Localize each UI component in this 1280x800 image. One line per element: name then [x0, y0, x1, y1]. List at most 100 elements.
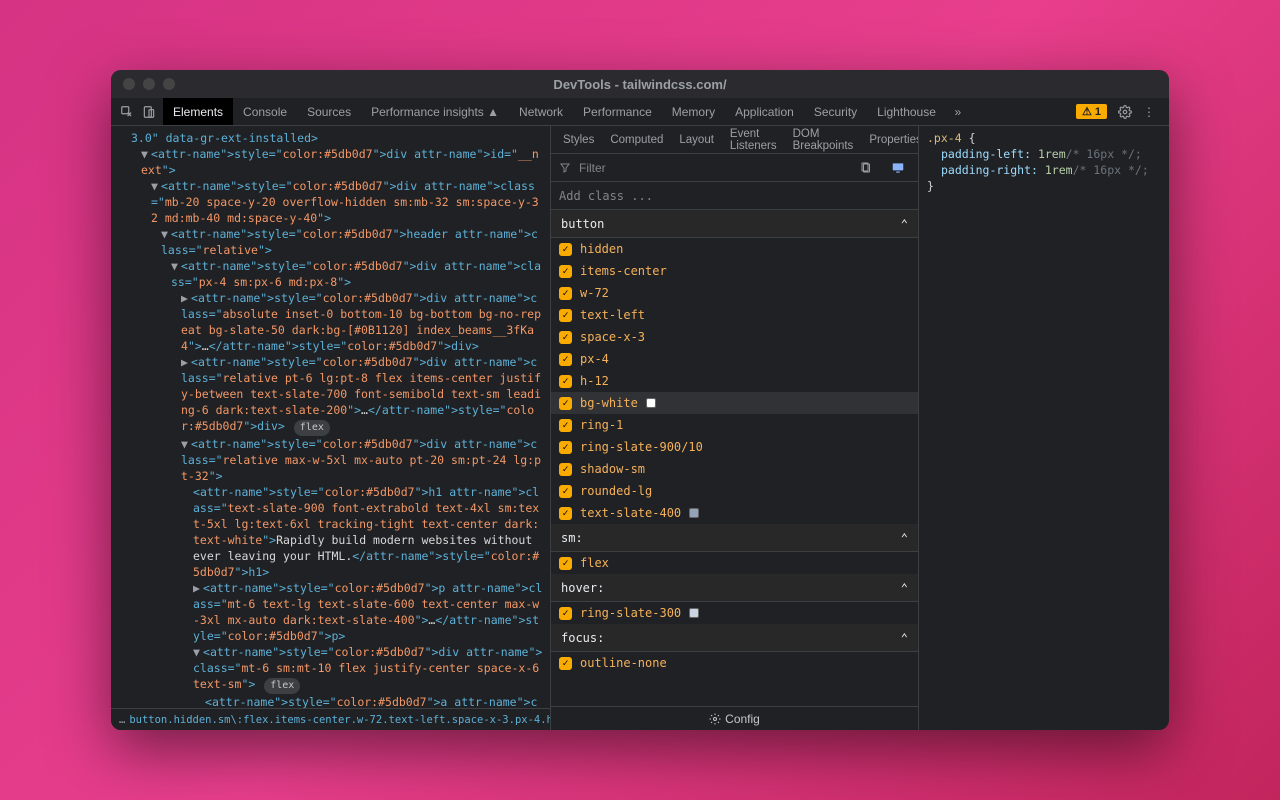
window-title: DevTools - tailwindcss.com/ [553, 77, 726, 92]
checkbox-icon[interactable]: ✓ [559, 441, 572, 454]
class-list[interactable]: button⌃✓hidden✓items-center✓w-72✓text-le… [551, 210, 918, 706]
dom-tree[interactable]: 3.0" data-gr-ext-installed>▼<attr-name">… [111, 126, 550, 708]
sub-tab-event-listeners[interactable]: Event Listeners [722, 126, 785, 153]
breadcrumb[interactable]: … button.hidden.sm\:flex.items-center.w-… [111, 708, 550, 730]
chevron-up-icon: ⌃ [901, 581, 908, 595]
dom-node[interactable]: ▶<attr-name">style="color:#5db0d7">div a… [117, 290, 544, 354]
class-group-header[interactable]: sm:⌃ [551, 524, 918, 552]
color-swatch [689, 508, 699, 518]
settings-icon[interactable] [1115, 102, 1135, 122]
filter-icon [559, 162, 571, 174]
class-item[interactable]: ✓text-slate-400 [551, 502, 918, 524]
class-item[interactable]: ✓h-12 [551, 370, 918, 392]
main-tab-performance-insights-[interactable]: Performance insights ▲ [361, 98, 509, 125]
chevron-up-icon: ⌃ [901, 217, 908, 231]
device-toggle-icon[interactable] [141, 104, 157, 120]
css-panel: .px-4 { padding-left: 1rem/* 16px */;pad… [919, 126, 1169, 730]
css-declaration[interactable]: padding-left: 1rem/* 16px */; [941, 146, 1161, 162]
sub-tab-bar: StylesComputedLayoutEvent ListenersDOM B… [551, 126, 918, 154]
color-swatch [689, 608, 699, 618]
checkbox-icon[interactable]: ✓ [559, 397, 572, 410]
device-preview-icon[interactable] [888, 158, 908, 178]
dom-node[interactable]: ▼<attr-name">style="color:#5db0d7">div a… [117, 178, 544, 226]
close-window-button[interactable] [123, 78, 135, 90]
main-tab-lighthouse[interactable]: Lighthouse [867, 98, 946, 125]
class-item[interactable]: ✓rounded-lg [551, 480, 918, 502]
dom-node[interactable]: ▼<attr-name">style="color:#5db0d7">div a… [117, 146, 544, 178]
main-tab-security[interactable]: Security [804, 98, 867, 125]
titlebar: DevTools - tailwindcss.com/ [111, 70, 1169, 98]
elements-panel: 3.0" data-gr-ext-installed>▼<attr-name">… [111, 126, 551, 730]
warning-badge[interactable]: ⚠ 1 [1076, 104, 1107, 119]
checkbox-icon[interactable]: ✓ [559, 331, 572, 344]
maximize-window-button[interactable] [163, 78, 175, 90]
minimize-window-button[interactable] [143, 78, 155, 90]
sub-tab-styles[interactable]: Styles [555, 126, 602, 153]
devtools-window: DevTools - tailwindcss.com/ ElementsCons… [111, 70, 1169, 730]
class-item[interactable]: ✓px-4 [551, 348, 918, 370]
class-item[interactable]: ✓ring-1 [551, 414, 918, 436]
inspect-element-icon[interactable] [119, 104, 135, 120]
dom-node[interactable]: 3.0" data-gr-ext-installed> [117, 130, 544, 146]
class-group-header[interactable]: hover:⌃ [551, 574, 918, 602]
checkbox-icon[interactable]: ✓ [559, 557, 572, 570]
css-rules[interactable]: .px-4 { padding-left: 1rem/* 16px */;pad… [919, 126, 1169, 730]
class-item[interactable]: ✓hidden [551, 238, 918, 260]
sub-tab-layout[interactable]: Layout [671, 126, 722, 153]
dom-node[interactable]: ▼<attr-name">style="color:#5db0d7">div a… [117, 258, 544, 290]
checkbox-icon[interactable]: ✓ [559, 507, 572, 520]
class-item[interactable]: ✓text-left [551, 304, 918, 326]
main-tab-bar: ElementsConsoleSourcesPerformance insigh… [111, 98, 1169, 126]
main-tab-memory[interactable]: Memory [662, 98, 725, 125]
dom-node[interactable]: ▶<attr-name">style="color:#5db0d7">div a… [117, 354, 544, 436]
css-declaration[interactable]: padding-right: 1rem/* 16px */; [941, 162, 1161, 178]
main-tab-sources[interactable]: Sources [297, 98, 361, 125]
class-item[interactable]: ✓items-center [551, 260, 918, 282]
class-item[interactable]: ✓shadow-sm [551, 458, 918, 480]
chevron-up-icon: ⌃ [901, 631, 908, 645]
dom-node[interactable]: ▶<attr-name">style="color:#5db0d7">p att… [117, 580, 544, 644]
checkbox-icon[interactable]: ✓ [559, 463, 572, 476]
add-class-input[interactable]: Add class ... [551, 182, 918, 210]
config-button[interactable]: Config [551, 706, 918, 730]
gear-icon [709, 713, 721, 725]
class-item[interactable]: ✓outline-none [551, 652, 918, 674]
color-swatch [646, 398, 656, 408]
dom-node[interactable]: <attr-name">style="color:#5db0d7">h1 att… [117, 484, 544, 580]
class-item[interactable]: ✓flex [551, 552, 918, 574]
class-item[interactable]: ✓w-72 [551, 282, 918, 304]
checkbox-icon[interactable]: ✓ [559, 287, 572, 300]
dom-node[interactable]: ▼<attr-name">style="color:#5db0d7">div a… [117, 436, 544, 484]
main-tab-elements[interactable]: Elements [163, 98, 233, 125]
kebab-menu-icon[interactable]: ⋮ [1139, 102, 1159, 122]
sub-tab-dom-breakpoints[interactable]: DOM Breakpoints [785, 126, 862, 153]
class-item[interactable]: ✓ring-slate-900/10 [551, 436, 918, 458]
filter-input[interactable] [579, 161, 846, 175]
more-tabs-icon[interactable]: » [948, 102, 968, 122]
checkbox-icon[interactable]: ✓ [559, 309, 572, 322]
class-group-header[interactable]: focus:⌃ [551, 624, 918, 652]
checkbox-icon[interactable]: ✓ [559, 265, 572, 278]
checkbox-icon[interactable]: ✓ [559, 375, 572, 388]
checkbox-icon[interactable]: ✓ [559, 657, 572, 670]
class-item[interactable]: ✓ring-slate-300 [551, 602, 918, 624]
dom-node[interactable]: ▼<attr-name">style="color:#5db0d7">div a… [117, 644, 544, 694]
checkbox-icon[interactable]: ✓ [559, 353, 572, 366]
sub-tab-properties[interactable]: Properties [861, 126, 919, 153]
main-tab-application[interactable]: Application [725, 98, 804, 125]
checkbox-icon[interactable]: ✓ [559, 243, 572, 256]
main-tab-performance[interactable]: Performance [573, 98, 662, 125]
sub-tab-computed[interactable]: Computed [602, 126, 671, 153]
class-item[interactable]: ✓bg-white [551, 392, 918, 414]
dom-node[interactable]: ▼<attr-name">style="color:#5db0d7">heade… [117, 226, 544, 258]
checkbox-icon[interactable]: ✓ [559, 485, 572, 498]
checkbox-icon[interactable]: ✓ [559, 419, 572, 432]
class-item[interactable]: ✓space-x-3 [551, 326, 918, 348]
dom-node[interactable]: <attr-name">style="color:#5db0d7">a attr… [117, 694, 544, 708]
main-tab-console[interactable]: Console [233, 98, 297, 125]
clipboard-icon[interactable] [856, 158, 876, 178]
main-tab-network[interactable]: Network [509, 98, 573, 125]
checkbox-icon[interactable]: ✓ [559, 607, 572, 620]
side-panel: StylesComputedLayoutEvent ListenersDOM B… [551, 126, 919, 730]
class-group-header[interactable]: button⌃ [551, 210, 918, 238]
